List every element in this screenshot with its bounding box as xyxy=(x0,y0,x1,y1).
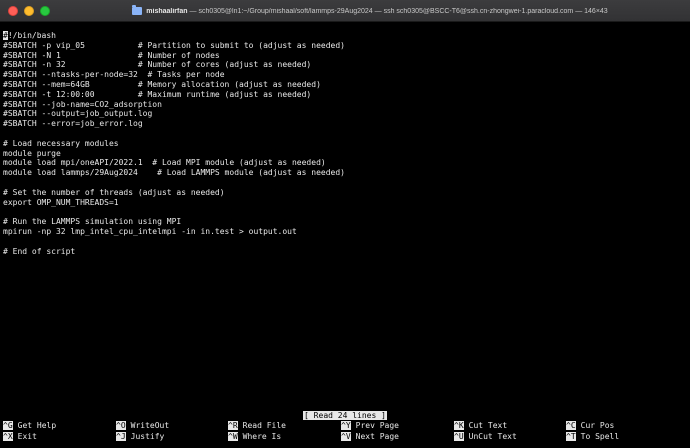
shortcut-writeout[interactable]: ^O WriteOut xyxy=(116,421,169,431)
shortcut-cur-pos[interactable]: ^C Cur Pos xyxy=(566,421,614,431)
shortcut-label: Prev Page xyxy=(355,421,399,430)
shortcut-label: Cur Pos xyxy=(580,421,615,430)
shortcut-where-is[interactable]: ^W Where Is xyxy=(228,432,281,442)
shortcut-key: ^O xyxy=(116,421,126,430)
editor-line: #SBATCH -n 32 # Number of cores (adjust … xyxy=(3,60,312,70)
status-bar: [ Read 24 lines ] xyxy=(0,411,690,421)
shortcut-key: ^X xyxy=(3,432,13,441)
minimize-window-button[interactable] xyxy=(24,6,34,16)
shortcut-label: Where Is xyxy=(242,432,282,441)
shortcut-label: Read File xyxy=(242,421,286,430)
shortcut-label: UnCut Text xyxy=(468,432,517,441)
shortcut-cut-text[interactable]: ^K Cut Text xyxy=(454,421,507,431)
shortcut-key: ^K xyxy=(454,421,464,430)
shortcut-label: Get Help xyxy=(17,421,57,430)
editor-line: # Set the number of threads (adjust as n… xyxy=(3,187,225,197)
shortcut-key: ^R xyxy=(228,421,238,430)
shortcut-label: Next Page xyxy=(355,432,399,441)
editor-line: #SBATCH -N 1 # Number of nodes xyxy=(3,50,220,60)
editor-line: module load mpi/oneAPI/2022.1 # Load MPI… xyxy=(3,158,326,168)
editor-line: #SBATCH --mem=64GB # Memory allocation (… xyxy=(3,79,321,89)
title-user: mishaalirfan xyxy=(146,7,188,15)
maximize-window-button[interactable] xyxy=(40,6,50,16)
window-title: mishaalirfan — sch0305@ln1:~/Group/misha… xyxy=(60,0,680,22)
shortcut-key: ^T xyxy=(566,432,576,441)
shortcut-justify[interactable]: ^J Justify xyxy=(116,432,164,442)
shortcut-to-spell[interactable]: ^T To Spell xyxy=(566,432,619,442)
shortcut-key: ^G xyxy=(3,421,13,430)
editor-line: module load lammps/29Aug2024 # Load LAMM… xyxy=(3,168,345,178)
status-message: [ Read 24 lines ] xyxy=(303,411,387,420)
editor-line: #SBATCH -p vip_05 # Partition to submit … xyxy=(3,40,345,50)
title-bar: mishaalirfan — sch0305@ln1:~/Group/misha… xyxy=(0,0,690,22)
shortcut-read-file[interactable]: ^R Read File xyxy=(228,421,286,431)
shortcut-key: ^U xyxy=(454,432,464,441)
shortcut-label: To Spell xyxy=(580,432,620,441)
editor-line: # End of script xyxy=(3,246,76,256)
shortcut-label: Justify xyxy=(130,432,165,441)
editor-buffer[interactable]: #!/bin/bash #SBATCH -p vip_05 # Partitio… xyxy=(3,31,345,256)
shortcut-get-help[interactable]: ^G Get Help xyxy=(3,421,56,431)
shortcut-bar: ^G Get Help ^O WriteOut ^R Read File ^Y Prev… xyxy=(3,421,687,443)
editor-line: # Load necessary modules xyxy=(3,138,119,148)
editor-line: #!/bin/bash xyxy=(3,31,56,40)
editor-line: # Run the LAMMPS simulation using MPI xyxy=(3,217,182,227)
shortcut-key: ^Y xyxy=(341,421,351,430)
shortcut-key: ^J xyxy=(116,432,126,441)
shortcut-key: ^W xyxy=(228,432,238,441)
editor-line: #SBATCH --error=job_error.log xyxy=(3,119,143,129)
shortcut-next-page[interactable]: ^V Next Page xyxy=(341,432,399,442)
shortcut-label: WriteOut xyxy=(130,421,170,430)
editor-line: #SBATCH -t 12:00:00 # Maximum runtime (a… xyxy=(3,89,312,99)
editor-line: mpirun -np 32 lmp_intel_cpu_intelmpi -in… xyxy=(3,226,297,236)
window-title-text: mishaalirfan — sch0305@ln1:~/Group/misha… xyxy=(146,8,607,15)
shortcut-key: ^V xyxy=(341,432,351,441)
editor-line: #SBATCH --output=job_output.log xyxy=(3,109,153,119)
terminal-window: mishaalirfan — sch0305@ln1:~/Group/misha… xyxy=(0,0,690,448)
shortcut-exit[interactable]: ^X Exit xyxy=(3,432,37,442)
editor-line: module purge xyxy=(3,148,61,158)
folder-icon xyxy=(132,5,143,15)
shortcut-label: Exit xyxy=(17,432,37,441)
shortcut-key: ^C xyxy=(566,421,576,430)
close-window-button[interactable] xyxy=(8,6,18,16)
shortcut-prev-page[interactable]: ^Y Prev Page xyxy=(341,421,399,431)
editor-line: #SBATCH --job-name=CO2_adsorption xyxy=(3,99,162,109)
editor-line: export OMP_NUM_THREADS=1 xyxy=(3,197,119,207)
shortcut-uncut-text[interactable]: ^U UnCut Text xyxy=(454,432,517,442)
title-rest: — sch0305@ln1:~/Group/mishaal/soft/lammp… xyxy=(189,7,608,15)
terminal-content[interactable]: #!/bin/bash #SBATCH -p vip_05 # Partitio… xyxy=(0,22,690,448)
shortcut-label: Cut Text xyxy=(468,421,508,430)
window-controls xyxy=(8,6,50,16)
editor-line: #SBATCH --ntasks-per-node=32 # Tasks per… xyxy=(3,70,225,80)
